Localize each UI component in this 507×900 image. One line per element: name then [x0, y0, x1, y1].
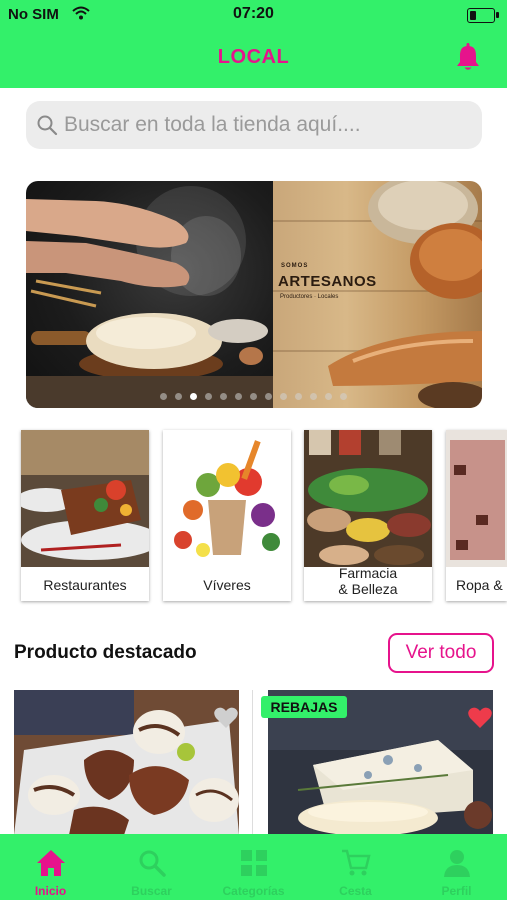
tab-label: Categorías [222, 884, 285, 898]
carousel-dot[interactable] [235, 393, 242, 400]
categories-icon [240, 849, 268, 882]
carousel-dot[interactable] [205, 393, 212, 400]
search-bar[interactable] [26, 101, 482, 149]
clothing-photo [446, 430, 507, 567]
baker-photo [26, 181, 273, 408]
tab-bar: Inicio Buscar Categorías Cesta Perfil [0, 834, 507, 900]
sale-badge: REBAJAS [261, 696, 347, 718]
page-title: LOCAL [217, 46, 290, 68]
restaurant-photo [21, 430, 149, 567]
tab-buscar[interactable]: Buscar [101, 834, 202, 900]
category-label: Farmacia & Belleza [338, 565, 398, 597]
carousel-dot[interactable] [280, 393, 287, 400]
tab-label: Cesta [339, 884, 372, 898]
tab-label: Inicio [34, 884, 67, 898]
cart-icon [341, 849, 371, 882]
carousel-dot[interactable] [160, 393, 167, 400]
profile-icon [443, 849, 471, 882]
carousel-dot[interactable] [340, 393, 347, 400]
tab-label: Perfil [441, 884, 472, 898]
carousel-dot[interactable] [220, 393, 227, 400]
category-ropa[interactable]: Ropa & [446, 430, 507, 601]
search-input[interactable] [64, 101, 464, 149]
carousel-dot[interactable] [265, 393, 272, 400]
groceries-photo [163, 430, 291, 567]
banner-subtitle: Productores · Locales [280, 294, 339, 300]
heart-icon[interactable] [467, 706, 493, 730]
see-all-button[interactable]: Ver todo [388, 633, 494, 673]
tab-inicio[interactable]: Inicio [0, 834, 101, 900]
carousel-dot[interactable] [325, 393, 332, 400]
top-bar: No SIM 07:20 LOCAL [0, 0, 507, 88]
banner-kicker: SOMOS [281, 263, 309, 269]
category-label: Restaurantes [43, 577, 127, 593]
banner-brand: ARTESANOS [278, 273, 377, 290]
category-restaurantes[interactable]: Restaurantes [21, 430, 149, 601]
pharmacy-photo [304, 430, 432, 567]
category-viveres[interactable]: Víveres [163, 430, 291, 601]
chocolates-photo [14, 690, 239, 835]
bell-icon[interactable] [455, 42, 481, 72]
status-bar: No SIM 07:20 [0, 0, 507, 30]
battery-icon [467, 8, 499, 23]
carousel-dot[interactable] [310, 393, 317, 400]
tab-categorias[interactable]: Categorías [202, 834, 305, 900]
tab-label: Buscar [131, 884, 172, 898]
category-farmacia-belleza[interactable]: Farmacia & Belleza [304, 430, 432, 601]
heart-icon[interactable] [213, 706, 239, 730]
search-icon [138, 849, 166, 882]
category-label: Víveres [203, 577, 251, 593]
search-icon [36, 114, 58, 141]
carousel-dot[interactable] [175, 393, 182, 400]
category-label: Ropa & [456, 577, 503, 593]
carousel-dot[interactable] [190, 393, 197, 400]
section-title: Producto destacado [14, 642, 197, 663]
home-icon [36, 849, 66, 882]
status-time: 07:20 [233, 5, 274, 22]
tab-perfil[interactable]: Perfil [406, 834, 507, 900]
carousel-dot[interactable] [295, 393, 302, 400]
tab-cesta[interactable]: Cesta [305, 834, 406, 900]
carousel-dot[interactable] [250, 393, 257, 400]
promo-banner[interactable]: SOMOS ARTESANOS Productores · Locales [26, 181, 482, 408]
